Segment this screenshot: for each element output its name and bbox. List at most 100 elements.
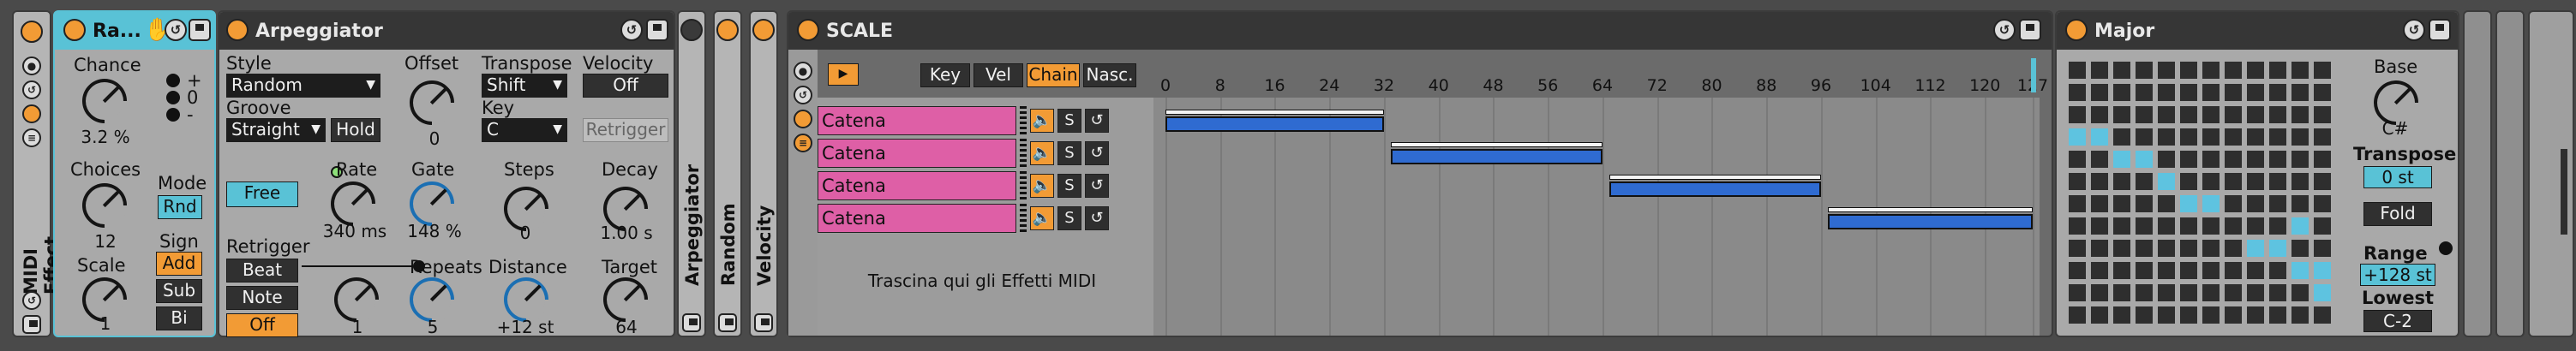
chance-knob[interactable] [73, 69, 136, 133]
scale-on-button[interactable] [797, 19, 819, 41]
chain-list-icon[interactable] [22, 104, 41, 123]
scale-grid-cell[interactable] [2069, 195, 2086, 212]
scale-grid-cell[interactable] [2091, 195, 2108, 212]
scale-grid-cell[interactable] [2069, 217, 2086, 235]
chain-handle[interactable] [1020, 106, 1027, 135]
scale-grid-cell[interactable] [2247, 284, 2264, 301]
scale-grid-cell[interactable] [2314, 195, 2331, 212]
arp-save-icon[interactable] [646, 19, 668, 41]
chain-activator-button[interactable]: 🔈 [1030, 141, 1054, 165]
scale-grid-cell[interactable] [2202, 262, 2220, 279]
chain-zone-bar[interactable] [1827, 214, 2033, 229]
device-list-icon-2[interactable]: ≡ [794, 134, 812, 152]
scale-grid-cell[interactable] [2247, 62, 2264, 79]
scale-grid-cell[interactable] [2291, 173, 2309, 190]
range-value[interactable]: +128 st [2360, 264, 2435, 286]
scale-grid-cell[interactable] [2314, 128, 2331, 146]
scale-grid-cell[interactable] [2269, 84, 2286, 101]
chain-handle[interactable] [1020, 139, 1027, 168]
scale-grid-cell[interactable] [2269, 62, 2286, 79]
scale-grid-cell[interactable] [2091, 306, 2108, 324]
scale-grid-cell[interactable] [2136, 173, 2153, 190]
device-list-icon[interactable]: ≡ [22, 128, 41, 147]
scale-grid-cell[interactable] [2291, 262, 2309, 279]
chain-solo-button[interactable]: S [1057, 141, 1081, 165]
scale-grid-cell[interactable] [2202, 173, 2220, 190]
scale-grid-cell[interactable] [2113, 195, 2130, 212]
scale-grid-cell[interactable] [2247, 262, 2264, 279]
scale-grid-cell[interactable] [2247, 151, 2264, 168]
scale-grid-cell[interactable] [2291, 151, 2309, 168]
scale-grid-cell[interactable] [2269, 262, 2286, 279]
free-button[interactable]: Free [226, 181, 298, 207]
scale-grid-cell[interactable] [2113, 262, 2130, 279]
scale-grid-cell[interactable] [2269, 106, 2286, 123]
scale-grid-cell[interactable] [2180, 306, 2197, 324]
random-save-icon[interactable] [189, 19, 211, 41]
major-on-button[interactable] [2065, 19, 2088, 41]
chain-zone-bar[interactable] [1165, 116, 1384, 132]
scale-grid-cell[interactable] [2136, 106, 2153, 123]
major-hotswap-icon[interactable]: ↺ [2403, 19, 2425, 41]
velocity-toggle[interactable]: Off [583, 74, 668, 98]
folded-arp-save-icon[interactable] [682, 313, 701, 332]
scale-grid-cell[interactable] [2269, 151, 2286, 168]
scale-grid-cell[interactable] [2069, 284, 2086, 301]
scale-grid-cell[interactable] [2247, 240, 2264, 257]
hide-zone-button[interactable]: Nasc. [1083, 63, 1136, 87]
scale-hotswap-icon[interactable]: ↺ [1993, 19, 2016, 41]
scale-grid-cell[interactable] [2225, 240, 2242, 257]
scale-grid-cell[interactable] [2091, 217, 2108, 235]
chain-hotswap-icon[interactable]: ↺ [1085, 174, 1109, 198]
lowest-value[interactable]: C-2 [2363, 310, 2432, 332]
scale-grid-cell[interactable] [2180, 128, 2197, 146]
scale-grid-cell[interactable] [2091, 284, 2108, 301]
chain-handle[interactable] [1020, 171, 1027, 200]
scale-grid-cell[interactable] [2136, 306, 2153, 324]
scale-grid-cell[interactable] [2069, 151, 2086, 168]
chain-activator-button[interactable]: 🔈 [1030, 174, 1054, 198]
macro-icon-2[interactable]: ● [794, 62, 812, 80]
random-hotswap-icon[interactable]: ↺ [165, 19, 187, 41]
scale-grid-cell[interactable] [2225, 195, 2242, 212]
scale-grid-cell[interactable] [2113, 84, 2130, 101]
scale-grid-cell[interactable] [2314, 106, 2331, 123]
scale-grid-cell[interactable] [2136, 195, 2153, 212]
chain-solo-button[interactable]: S [1057, 174, 1081, 198]
scale-grid-cell[interactable] [2314, 240, 2331, 257]
scale-grid-cell[interactable] [2069, 173, 2086, 190]
scale-grid-cell[interactable] [2269, 128, 2286, 146]
scale-grid-cell[interactable] [2202, 240, 2220, 257]
scale-grid-cell[interactable] [2225, 306, 2242, 324]
chain-activator-button[interactable]: 🔈 [1030, 109, 1054, 133]
scale-grid-cell[interactable] [2091, 106, 2108, 123]
folded-velocity-on[interactable] [752, 19, 775, 41]
chain-solo-button[interactable]: S [1057, 109, 1081, 133]
scale-grid-cell[interactable] [2158, 173, 2175, 190]
scale-grid-cell[interactable] [2202, 62, 2220, 79]
scale-grid-cell[interactable] [2091, 62, 2108, 79]
scale-grid-cell[interactable] [2225, 173, 2242, 190]
scale-grid-cell[interactable] [2158, 217, 2175, 235]
scale-grid-cell[interactable] [2069, 106, 2086, 123]
retrigger-ghost-button[interactable]: Retrigger [583, 118, 668, 142]
scale-grid-cell[interactable] [2269, 284, 2286, 301]
scale-grid-cell[interactable] [2136, 151, 2153, 168]
scale-grid-cell[interactable] [2113, 284, 2130, 301]
retrigger-beat-button[interactable]: Beat [226, 259, 298, 283]
scale-grid-cell[interactable] [2269, 173, 2286, 190]
auto-select-button[interactable]: ▶ [828, 63, 859, 86]
scale-grid-cell[interactable] [2069, 84, 2086, 101]
scale-grid-cell[interactable] [2202, 84, 2220, 101]
rack-on-button[interactable] [21, 21, 43, 43]
scale-grid-cell[interactable] [2158, 106, 2175, 123]
scale-grid-cell[interactable] [2314, 306, 2331, 324]
scale-grid-cell[interactable] [2180, 262, 2197, 279]
scale-grid-cell[interactable] [2158, 195, 2175, 212]
scale-grid-cell[interactable] [2091, 262, 2108, 279]
scale-grid-cell[interactable] [2158, 240, 2175, 257]
scale-grid-cell[interactable] [2225, 128, 2242, 146]
mode-button[interactable]: Rnd [158, 195, 202, 219]
vel-zone-button[interactable]: Vel [973, 63, 1023, 87]
sign-sub-button[interactable]: Sub [156, 279, 202, 303]
